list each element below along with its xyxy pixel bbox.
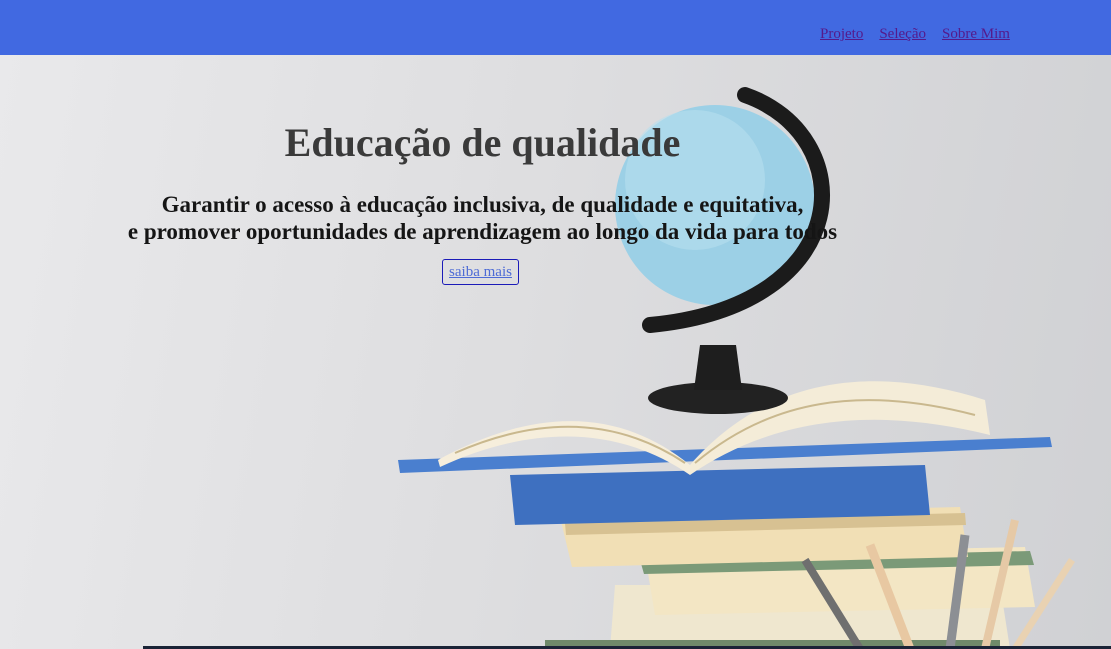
nav-link-sobre-mim[interactable]: Sobre Mim	[942, 26, 1010, 43]
hero-section: Educação de qualidade Garantir o acesso …	[0, 55, 1111, 649]
nav-link-selecao[interactable]: Seleção	[879, 26, 926, 43]
hero-subtitle: Garantir o acesso à educação inclusiva, …	[0, 191, 965, 245]
hero-subtitle-line-1: Garantir o acesso à educação inclusiva, …	[161, 192, 804, 217]
hero-subtitle-line-2: e promover oportunidades de aprendizagem…	[127, 219, 838, 244]
main-nav: Projeto Seleção Sobre Mim	[820, 26, 1010, 43]
saiba-mais-button[interactable]: saiba mais	[442, 259, 519, 285]
nav-link-projeto[interactable]: Projeto	[820, 26, 863, 43]
hero-title: Educação de qualidade	[284, 120, 681, 165]
top-navbar: Projeto Seleção Sobre Mim	[0, 0, 1111, 55]
